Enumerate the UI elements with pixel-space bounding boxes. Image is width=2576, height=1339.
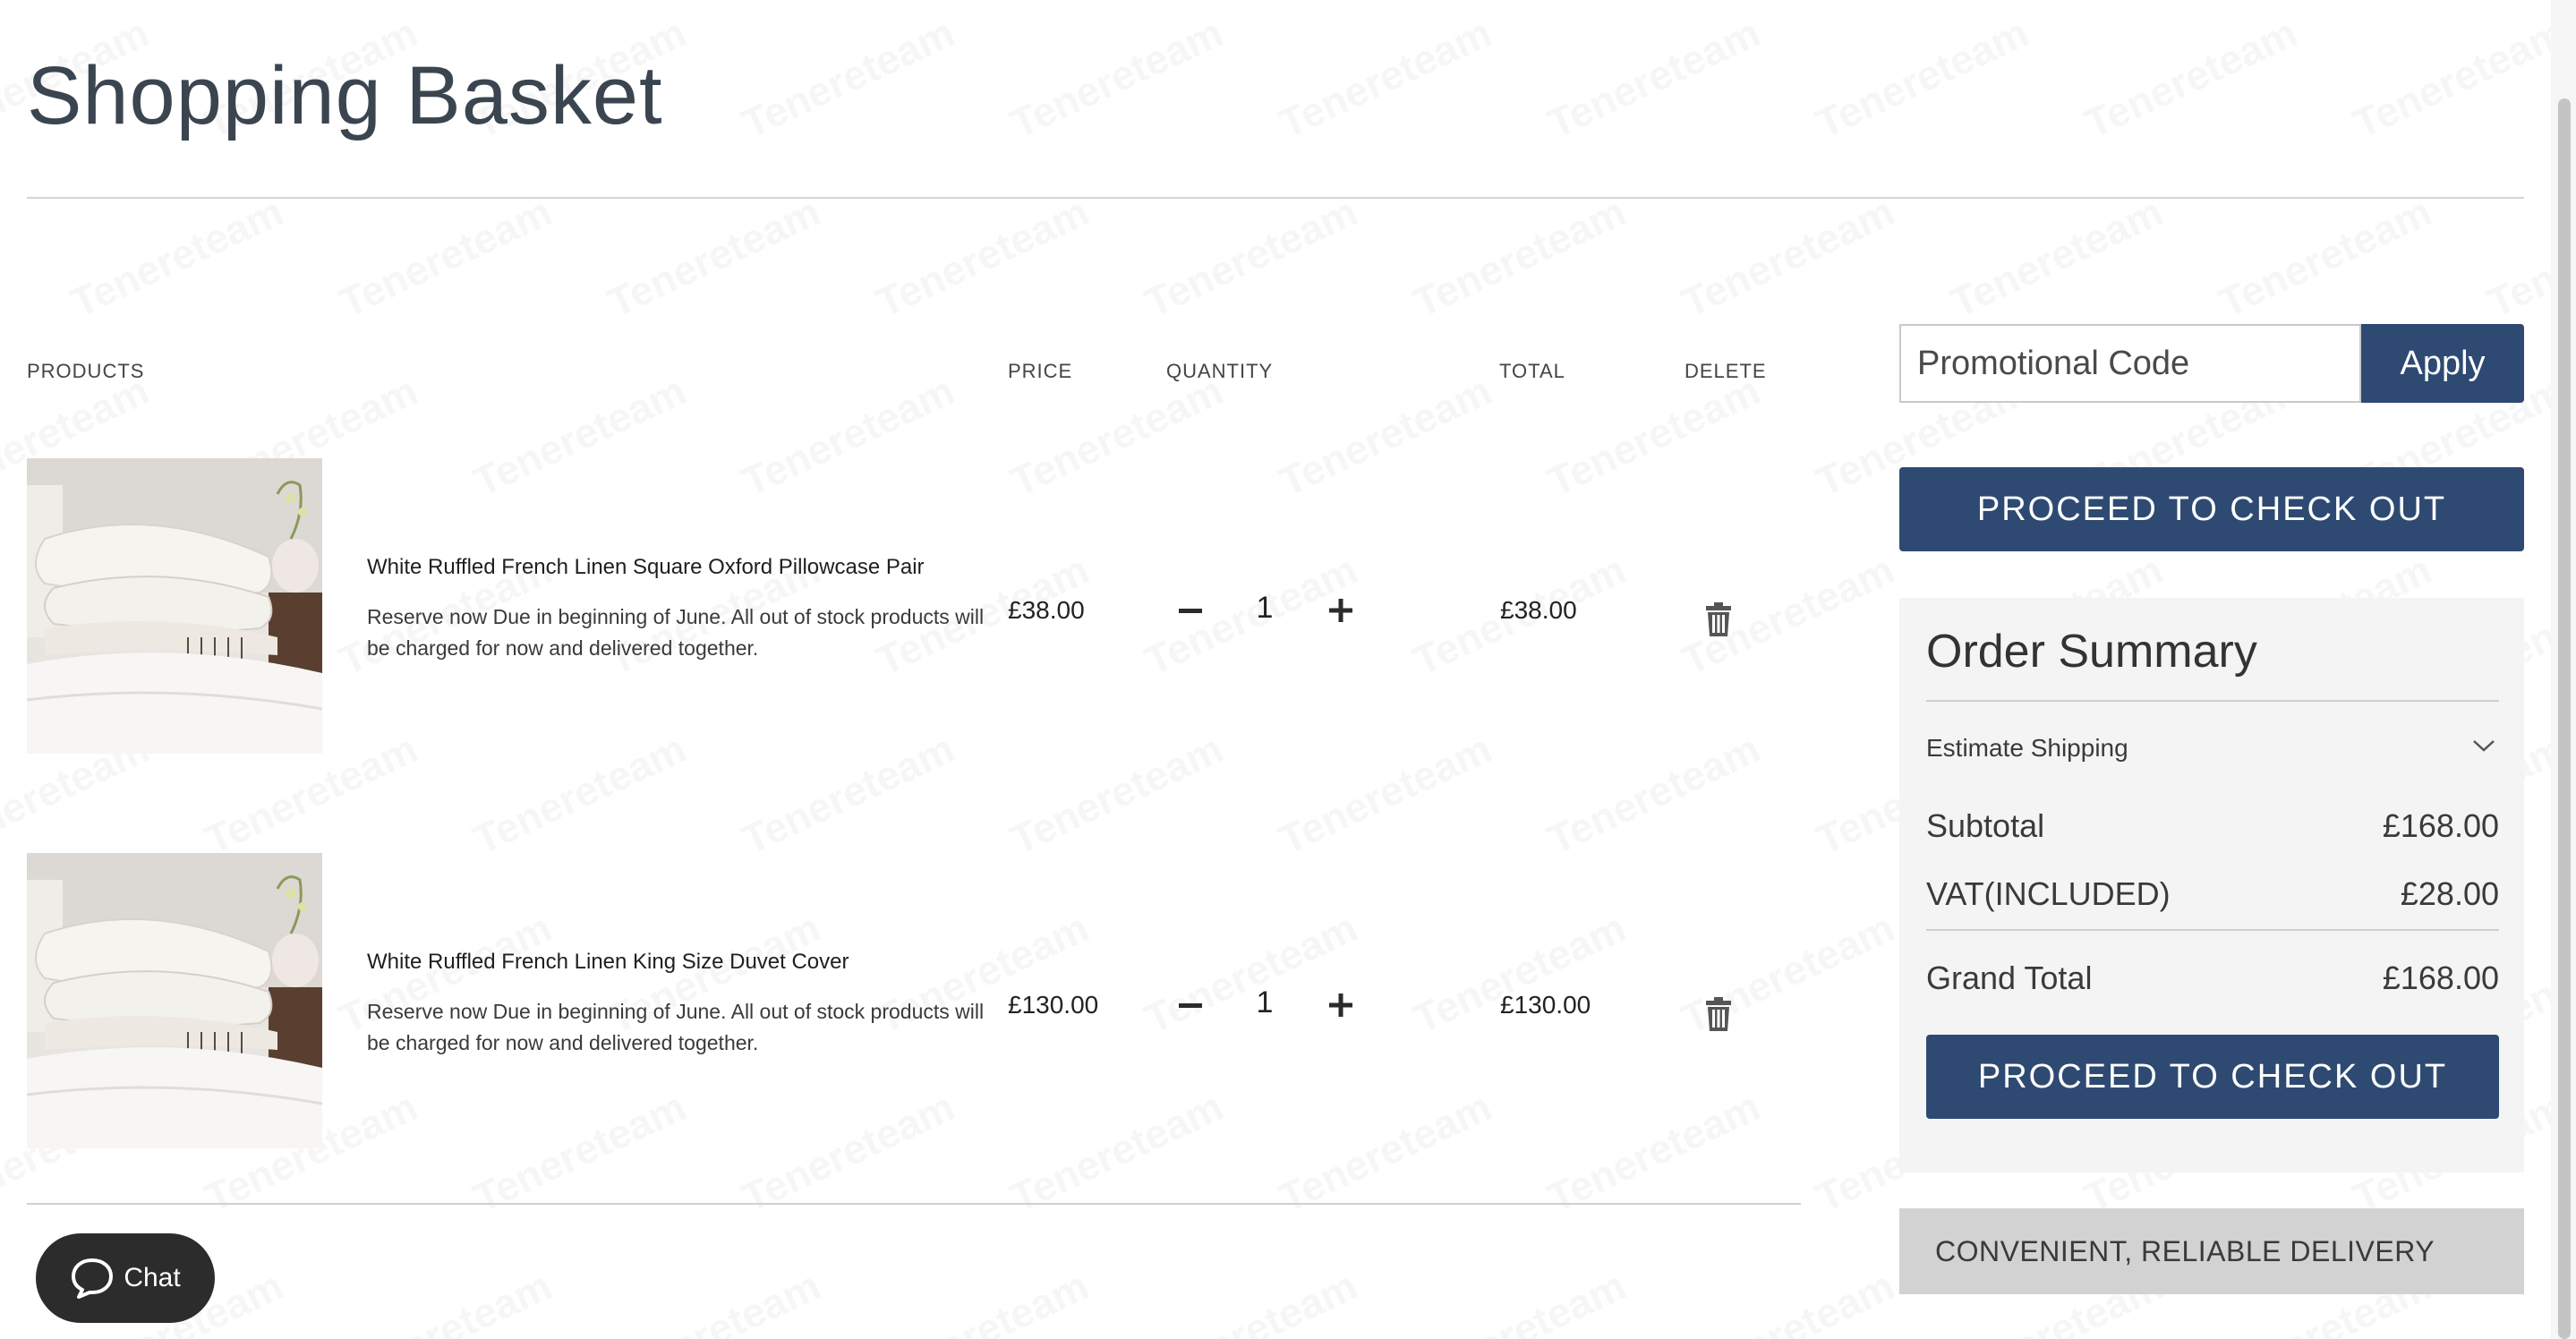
- duvet-bedding-image: [27, 853, 322, 1148]
- watermark-text: Tenereteam: [1406, 187, 1633, 328]
- minus-icon: [1179, 609, 1202, 613]
- quantity-value[interactable]: 1: [1247, 591, 1283, 626]
- vat-label: VAT(INCLUDED): [1926, 875, 2171, 912]
- quantity-value[interactable]: 1: [1247, 985, 1283, 1020]
- page-title: Shopping Basket: [27, 50, 663, 141]
- item-price: £38.00: [1008, 596, 1085, 624]
- apply-promo-button[interactable]: Apply: [2361, 324, 2524, 403]
- subtotal-value: £168.00: [2382, 807, 2499, 844]
- watermark-text: Tenereteam: [1406, 1261, 1633, 1339]
- watermark-text: Tenereteam: [1138, 187, 1365, 328]
- shopping-basket-page: Tenereteam Tenereteam Tenereteam Tenereteam…: [0, 0, 2576, 1339]
- watermark-text: Tenereteam: [1943, 187, 2171, 328]
- watermark-text: Tenereteam: [2346, 8, 2573, 149]
- item-price: £130.00: [1008, 991, 1099, 1019]
- chat-button[interactable]: Chat: [36, 1233, 215, 1323]
- product-name[interactable]: White Ruffled French Linen Square Oxford…: [367, 555, 925, 580]
- increase-quantity-button[interactable]: [1321, 591, 1361, 630]
- chat-bubble-icon: [72, 1258, 114, 1299]
- decrease-quantity-button[interactable]: [1171, 985, 1210, 1025]
- watermark-text: Tenereteam: [1272, 8, 1499, 149]
- order-summary-panel: Order Summary Estimate Shipping Subtotal…: [1899, 598, 2524, 1173]
- grand-total-value: £168.00: [2382, 959, 2499, 996]
- trash-icon: [1706, 602, 1731, 636]
- product-image[interactable]: [27, 458, 322, 754]
- basket-item-row: White Ruffled French Linen Square Oxford…: [27, 458, 1799, 754]
- product-name[interactable]: White Ruffled French Linen King Size Duv…: [367, 950, 849, 975]
- watermark-text: Tenereteam: [601, 187, 828, 328]
- pillow-bedding-image: [27, 458, 322, 754]
- vat-value: £28.00: [2400, 875, 2499, 912]
- product-image[interactable]: [27, 853, 322, 1148]
- summary-divider: [1926, 929, 2499, 931]
- item-total: £38.00: [1500, 596, 1577, 624]
- column-header-quantity: QUANTITY: [1166, 360, 1274, 382]
- scrollbar-thumb[interactable]: [2558, 98, 2571, 1339]
- proceed-to-checkout-button-bottom[interactable]: PROCEED TO CHECK OUT: [1926, 1035, 2499, 1119]
- page-scrollbar[interactable]: [2551, 0, 2576, 1339]
- watermark-text: Tenereteam: [1809, 8, 2036, 149]
- watermark-text: Tenereteam: [869, 1261, 1096, 1339]
- watermark-text: Tenereteam: [2212, 187, 2439, 328]
- column-header-price: PRICE: [1008, 360, 1073, 382]
- trash-icon: [1706, 997, 1731, 1031]
- order-summary-title: Order Summary: [1926, 626, 2257, 678]
- watermark-text: Tenereteam: [1138, 1261, 1365, 1339]
- proceed-to-checkout-button-top[interactable]: PROCEED TO CHECK OUT: [1899, 467, 2524, 551]
- watermark-text: Tenereteam: [332, 1261, 559, 1339]
- watermark-text: Tenereteam: [869, 187, 1096, 328]
- product-availability-note: Reserve now Due in beginning of June. Al…: [367, 1000, 985, 1054]
- watermark-text: Tenereteam: [332, 187, 559, 328]
- column-header-products: PRODUCTS: [27, 360, 145, 382]
- column-header-delete: DELETE: [1685, 360, 1767, 382]
- minus-icon: [1179, 1003, 1202, 1008]
- grand-total-label: Grand Total: [1926, 959, 2093, 996]
- watermark-text: Tenereteam: [2077, 8, 2305, 149]
- watermark-text: Tenereteam: [1675, 1261, 1902, 1339]
- plus-icon: [1329, 994, 1352, 1017]
- watermark-text: Tenereteam: [1675, 187, 1902, 328]
- delivery-info-accordion[interactable]: CONVENIENT, RELIABLE DELIVERY: [1899, 1208, 2524, 1294]
- watermark-text: Tenereteam: [1540, 8, 1768, 149]
- decrease-quantity-button[interactable]: [1171, 591, 1210, 630]
- plus-icon: [1329, 599, 1352, 622]
- summary-divider: [1926, 700, 2499, 702]
- watermark-text: Tenereteam: [1003, 8, 1231, 149]
- product-availability-note: Reserve now Due in beginning of June. Al…: [367, 605, 985, 660]
- estimate-shipping-toggle[interactable]: Estimate Shipping: [1926, 734, 2128, 763]
- basket-list-divider: [27, 1203, 1801, 1205]
- column-header-total: TOTAL: [1499, 360, 1565, 382]
- watermark-text: Tenereteam: [735, 8, 962, 149]
- increase-quantity-button[interactable]: [1321, 985, 1361, 1025]
- delete-item-button[interactable]: [1704, 601, 1740, 641]
- watermark-text: Tenereteam: [601, 1261, 828, 1339]
- watermark-text: Tenereteam: [64, 187, 291, 328]
- subtotal-label: Subtotal: [1926, 807, 2045, 844]
- chat-label: Chat: [124, 1263, 181, 1292]
- title-divider: [27, 197, 2524, 199]
- basket-item-row: White Ruffled French Linen King Size Duv…: [27, 853, 1799, 1148]
- delete-item-button[interactable]: [1704, 996, 1740, 1036]
- chevron-down-icon[interactable]: [2470, 732, 2497, 759]
- item-total: £130.00: [1500, 991, 1591, 1019]
- promo-code-input[interactable]: [1899, 324, 2361, 403]
